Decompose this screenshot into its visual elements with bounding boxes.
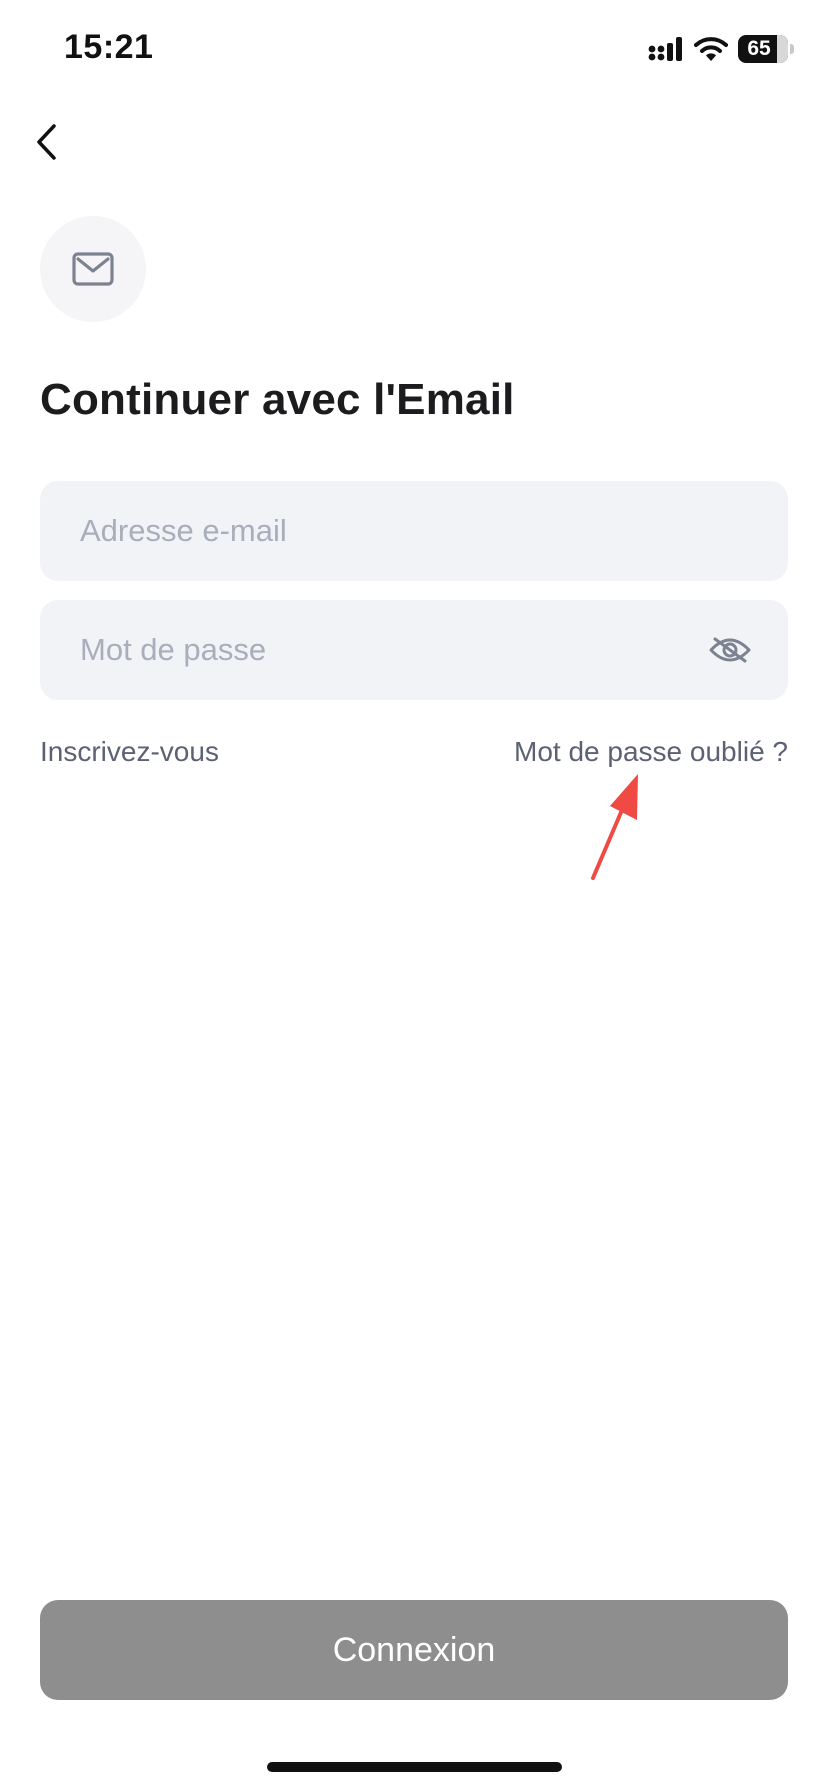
- mail-icon: [72, 252, 114, 286]
- status-icons: 65: [648, 34, 794, 64]
- red-arrow-icon: [591, 774, 638, 880]
- login-button[interactable]: Connexion: [40, 1600, 788, 1700]
- battery-level: 65: [747, 37, 771, 60]
- login-screen: 15:21 65 Continuer avec l'Email Adresse …: [0, 0, 828, 1792]
- toggle-password-visibility-button[interactable]: [706, 630, 754, 670]
- battery-nub: [790, 44, 794, 54]
- email-field[interactable]: [40, 481, 788, 581]
- password-input[interactable]: [80, 632, 706, 668]
- home-indicator: [267, 1762, 562, 1772]
- email-input[interactable]: [80, 513, 748, 549]
- signup-link[interactable]: Inscrivez-vous: [40, 736, 219, 768]
- chevron-left-icon: [37, 124, 56, 160]
- status-time: 15:21: [64, 28, 154, 66]
- mail-icon-badge: [40, 216, 146, 322]
- battery-icon: 65: [738, 35, 788, 63]
- page-title: Continuer avec l'Email: [40, 375, 515, 424]
- forgot-password-link[interactable]: Mot de passe oublié ?: [514, 736, 788, 768]
- wifi-icon: [694, 37, 728, 61]
- back-button[interactable]: [26, 118, 66, 166]
- password-field[interactable]: [40, 600, 788, 700]
- signal-icon: [648, 37, 682, 61]
- battery-empty-portion: [777, 35, 788, 63]
- eye-off-icon: [709, 637, 751, 663]
